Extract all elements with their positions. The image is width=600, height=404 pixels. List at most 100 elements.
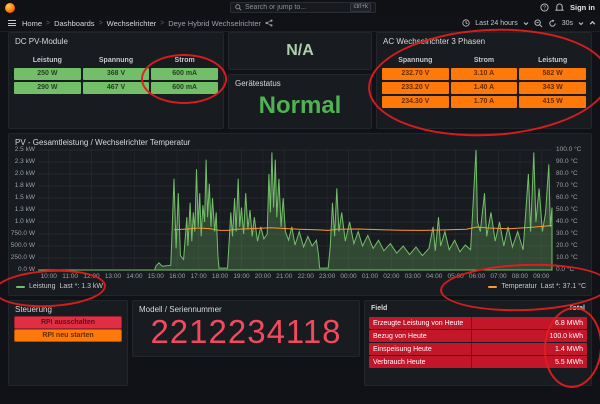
time-range-picker[interactable]: Last 24 hours — [475, 20, 517, 27]
panel-title: DC PV-Module — [15, 37, 68, 46]
x-axis-tick: 16:00 — [165, 273, 189, 280]
table-cell: 1.70 A — [451, 96, 518, 108]
table-row: Bezug von Heute100.0 kWh — [369, 330, 587, 342]
search-placeholder: Search or jump to... — [245, 4, 350, 11]
rpi-ausschalten-button[interactable]: RPI ausschalten — [14, 316, 122, 329]
panel-totals-table: Field Total Erzeugte Leistung von Heute6… — [364, 300, 592, 386]
y-axis-left-tick: 2.0 kW — [2, 170, 35, 177]
table-row: Erzeugte Leistung von Heute6.8 MWh — [369, 317, 587, 329]
table-cell: 600 mA — [151, 68, 218, 80]
grafana-logo-icon[interactable] — [5, 3, 15, 13]
breadcrumb-separator: > — [160, 20, 164, 27]
breadcrumb-dashboards[interactable]: Dashboards — [54, 19, 94, 28]
field-cell: Erzeugte Leistung von Heute — [369, 320, 471, 327]
chevron-down-icon[interactable] — [523, 21, 529, 26]
table-cell: 600 mA — [151, 82, 218, 94]
totals-header-field[interactable]: Field — [371, 305, 387, 312]
x-axis-tick: 01:00 — [358, 273, 382, 280]
table-cell: 250 W — [14, 68, 81, 80]
x-axis-tick: 23:00 — [315, 273, 339, 280]
table-cell: 233.20 V — [382, 82, 449, 94]
total-cell: 6.8 MWh — [471, 317, 587, 329]
rpi-neu-starten-button[interactable]: RPI neu starten — [14, 329, 122, 342]
table-cell: 3.10 A — [451, 68, 518, 80]
y-axis-left-tick: 0.0 W — [2, 266, 35, 273]
refresh-icon[interactable] — [548, 19, 557, 28]
y-axis-right-tick: 40.0 °C — [556, 218, 578, 225]
y-axis-right-tick: 90.0 °C — [556, 158, 578, 165]
legend-swatch-orange — [488, 286, 497, 288]
y-axis-left-tick: 1.0 kW — [2, 218, 35, 225]
y-axis-right-tick: 100.0 °C — [556, 146, 581, 153]
x-axis-tick: 18:00 — [208, 273, 232, 280]
breadcrumb-wechselrichter[interactable]: Wechselrichter — [107, 19, 156, 28]
y-axis-right-tick: 60.0 °C — [556, 194, 578, 201]
x-axis-tick: 20:00 — [251, 273, 275, 280]
x-axis-tick: 03:00 — [401, 273, 425, 280]
x-axis-tick: 21:00 — [272, 273, 296, 280]
share-icon[interactable] — [265, 19, 273, 27]
breadcrumb-current: Deye Hybrid Wechselrichter — [168, 19, 261, 28]
table-row: Verbrauch Heute5.5 MWh — [369, 356, 587, 368]
y-axis-left-tick: 2.5 kW — [2, 146, 35, 153]
panel-pv-chart[interactable]: PV - Gesamtleistung / Wechselrichter Tem… — [8, 133, 592, 296]
x-axis-tick: 10:00 — [37, 273, 61, 280]
column-header[interactable]: Leistung — [519, 55, 586, 66]
breadcrumb-separator: > — [46, 20, 50, 27]
x-axis-tick: 07:00 — [486, 273, 510, 280]
y-axis-right-tick: 10.0 °C — [556, 254, 578, 261]
y-axis-right-tick: 50.0 °C — [556, 206, 578, 213]
search-input[interactable]: Search or jump to... ctrl+k — [230, 2, 376, 13]
legend-leistung[interactable]: Leistung Last *: 1.3 kW — [16, 283, 103, 290]
table-cell: 234.30 V — [382, 96, 449, 108]
table-cell: 290 W — [14, 82, 81, 94]
totals-rows: Erzeugte Leistung von Heute6.8 MWhBezug … — [369, 317, 587, 368]
refresh-interval-picker[interactable]: 30s — [562, 20, 573, 27]
totals-header-total[interactable]: Total — [569, 305, 585, 312]
column-header[interactable]: Strom — [451, 55, 518, 66]
x-axis-tick: 15:00 — [144, 273, 168, 280]
panel-geraetestatus: Gerätestatus Normal — [228, 74, 372, 129]
breadcrumb-bar: Home > Dashboards > Wechselrichter > Dey… — [0, 15, 600, 32]
y-axis-right-tick: 0.0 °C — [556, 266, 574, 273]
column-header[interactable]: Leistung — [14, 55, 81, 66]
legend-series-name: Leistung — [29, 283, 55, 290]
y-axis-right-tick: 70.0 °C — [556, 182, 578, 189]
table-cell: 343 W — [519, 82, 586, 94]
table-cell: 415 W — [519, 96, 586, 108]
breadcrumb-home[interactable]: Home — [22, 19, 42, 28]
column-header[interactable]: Spannung — [83, 55, 150, 66]
x-axis-tick: 14:00 — [122, 273, 146, 280]
top-nav-bar: Search or jump to... ctrl+k ? Sign in — [0, 0, 600, 16]
y-axis-left-tick: 1.3 kW — [2, 206, 35, 213]
zoom-out-icon[interactable] — [534, 19, 543, 28]
legend-temperatur[interactable]: Temperatur Last *: 37.1 °C — [488, 283, 586, 290]
menu-icon[interactable] — [8, 20, 16, 26]
y-axis-left-tick: 250.0 W — [2, 254, 35, 261]
collapse-chevron-up-icon[interactable] — [589, 20, 596, 26]
help-icon[interactable]: ? — [540, 3, 549, 12]
x-axis-tick: 22:00 — [294, 273, 318, 280]
column-header[interactable]: Spannung — [382, 55, 449, 66]
legend-swatch-green — [16, 286, 25, 288]
x-axis-tick: 08:00 — [508, 273, 532, 280]
panel-modell-seriennummer: Modell / Seriennummer 2212234118 — [132, 300, 360, 357]
chevron-down-icon[interactable] — [578, 21, 584, 26]
field-cell: Verbrauch Heute — [369, 359, 471, 366]
legend-last-value: Last *: 1.3 kW — [59, 283, 103, 290]
news-bell-icon[interactable] — [555, 3, 564, 12]
column-header[interactable]: Strom — [151, 55, 218, 66]
table-cell: 467 V — [83, 82, 150, 94]
total-cell: 5.5 MWh — [471, 356, 587, 368]
table-cell: 1.40 A — [451, 82, 518, 94]
x-axis-tick: 00:00 — [337, 273, 361, 280]
dc-table: LeistungSpannungStrom250 W368 V600 mA290… — [14, 55, 218, 94]
panel-title: AC Wechselrichter 3 Phasen — [383, 37, 485, 46]
x-axis-tick: 17:00 — [187, 273, 211, 280]
x-axis-tick: 05:00 — [444, 273, 468, 280]
y-axis-right-tick: 30.0 °C — [556, 230, 578, 237]
y-axis-left-tick: 1.8 kW — [2, 182, 35, 189]
search-shortcut-badge: ctrl+k — [350, 3, 371, 12]
panel-steuerung: Steuerung RPI ausschalten RPI neu starte… — [8, 300, 128, 386]
sign-in-button[interactable]: Sign in — [570, 3, 595, 12]
